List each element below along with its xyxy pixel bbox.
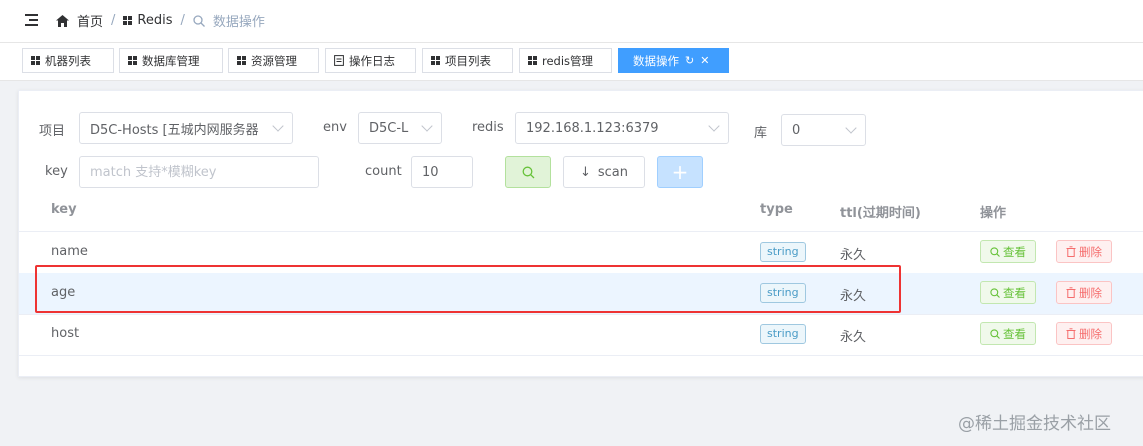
db-label: 库 (754, 126, 768, 141)
breadcrumb-home-label: 首页 (77, 15, 104, 30)
menu-toggle-icon[interactable] (25, 14, 38, 26)
column-header-ttl: ttl(过期时间) (840, 206, 921, 221)
search-icon (990, 328, 1000, 339)
redis-label: redis (472, 120, 504, 135)
highlight-annotation-box (35, 265, 901, 313)
breadcrumb-separator: / (111, 13, 116, 28)
breadcrumb-current: 数据操作 (193, 11, 265, 30)
view-button[interactable]: 查看 (980, 281, 1036, 304)
tab-label: 操作日志 (349, 53, 395, 68)
type-tag: string (760, 324, 806, 344)
top-bar: 首页 / Redis / 数据操作 (0, 0, 1143, 43)
breadcrumb: 首页 / Redis / 数据操作 (56, 11, 265, 30)
env-select[interactable]: D5C-L (358, 112, 442, 144)
watermark: @稀土掘金技术社区 (958, 414, 1111, 434)
breadcrumb-separator: / (180, 13, 185, 28)
tab-project-list[interactable]: 项目列表 (422, 48, 513, 73)
grid-icon (31, 56, 40, 65)
redis-select[interactable]: 192.168.1.123:6379 (515, 112, 729, 144)
grid-icon (431, 56, 440, 65)
delete-button-label: 删除 (1079, 285, 1102, 300)
delete-button[interactable]: 删除 (1056, 240, 1112, 263)
delete-button-label: 删除 (1079, 244, 1102, 259)
project-label: 项目 (39, 124, 66, 139)
add-key-button[interactable]: + (657, 156, 703, 188)
tab-label: redis管理 (542, 53, 594, 68)
count-label: count (365, 164, 402, 179)
search-icon (990, 246, 1000, 257)
count-input[interactable] (411, 156, 473, 188)
trash-icon (1066, 287, 1076, 298)
key-label: key (45, 164, 68, 179)
chevron-down-icon (845, 122, 857, 134)
tab-label: 项目列表 (445, 53, 491, 68)
tab-redis-management[interactable]: redis管理 (519, 48, 612, 73)
breadcrumb-redis[interactable]: Redis (123, 13, 173, 28)
view-button-label: 查看 (1003, 285, 1026, 300)
chevron-down-icon (421, 120, 433, 132)
project-select-value: D5C-Hosts [五城内网服务器 (90, 122, 259, 138)
close-icon[interactable]: ✕ (700, 54, 709, 67)
search-icon (522, 166, 534, 178)
delete-button[interactable]: 删除 (1056, 322, 1112, 345)
tab-data-operation[interactable]: 数据操作 ↻ ✕ (618, 48, 729, 73)
tab-resource-management[interactable]: 资源管理 (228, 48, 319, 73)
grid-icon (128, 56, 137, 65)
env-label: env (323, 120, 347, 135)
project-select[interactable]: D5C-Hosts [五城内网服务器 (79, 112, 293, 144)
scan-button[interactable]: ↓ scan (563, 156, 645, 188)
chevron-down-icon (708, 120, 720, 132)
type-tag: string (760, 242, 806, 262)
trash-icon (1066, 246, 1076, 257)
tab-label: 数据库管理 (142, 53, 200, 68)
home-icon (56, 14, 69, 27)
view-button[interactable]: 查看 (980, 240, 1036, 263)
search-icon (990, 287, 1000, 298)
delete-button-label: 删除 (1079, 326, 1102, 341)
plus-icon: + (671, 160, 689, 184)
column-header-actions: 操作 (980, 206, 1007, 221)
tab-operation-log[interactable]: 操作日志 (325, 48, 416, 73)
grid-icon (123, 16, 133, 25)
key-cell: host (51, 326, 80, 341)
env-select-value: D5C-L (369, 120, 409, 136)
key-cell: name (51, 244, 88, 259)
column-header-key: key (51, 202, 77, 217)
db-select[interactable]: 0 (781, 114, 866, 146)
document-icon (334, 55, 344, 66)
key-match-input[interactable] (79, 156, 319, 188)
ttl-cell: 永久 (840, 248, 867, 263)
view-button-label: 查看 (1003, 244, 1026, 259)
column-header-type: type (760, 202, 793, 217)
tab-label: 数据操作 (633, 53, 679, 68)
view-button-label: 查看 (1003, 326, 1026, 341)
breadcrumb-current-label: 数据操作 (212, 15, 265, 30)
tab-machine-list[interactable]: 机器列表 (22, 48, 114, 73)
delete-button[interactable]: 删除 (1056, 281, 1112, 304)
db-select-value: 0 (792, 122, 801, 138)
ttl-cell: 永久 (840, 330, 867, 345)
tags-view-bar: 机器列表 数据库管理 资源管理 操作日志 项目列表 redis管理 数据操作 ↻… (0, 43, 1143, 81)
breadcrumb-home[interactable]: 首页 (56, 11, 103, 30)
arrow-down-icon: ↓ (579, 164, 591, 180)
breadcrumb-redis-label: Redis (137, 13, 173, 28)
tab-label: 机器列表 (45, 53, 91, 68)
grid-icon (528, 56, 537, 65)
view-button[interactable]: 查看 (980, 322, 1036, 345)
main-card: 项目 D5C-Hosts [五城内网服务器 env D5C-L redis 19… (18, 90, 1143, 377)
grid-icon (237, 56, 246, 65)
search-button[interactable] (505, 156, 551, 188)
scan-button-label: scan (597, 164, 629, 180)
tab-database-management[interactable]: 数据库管理 (119, 48, 223, 73)
search-icon (193, 14, 205, 27)
redis-select-value: 192.168.1.123:6379 (526, 120, 659, 136)
tab-label: 资源管理 (251, 53, 297, 68)
table-row[interactable]: host string 永久 查看 删除 (19, 314, 1143, 356)
refresh-icon[interactable]: ↻ (685, 54, 694, 67)
trash-icon (1066, 328, 1076, 339)
chevron-down-icon (272, 120, 284, 132)
